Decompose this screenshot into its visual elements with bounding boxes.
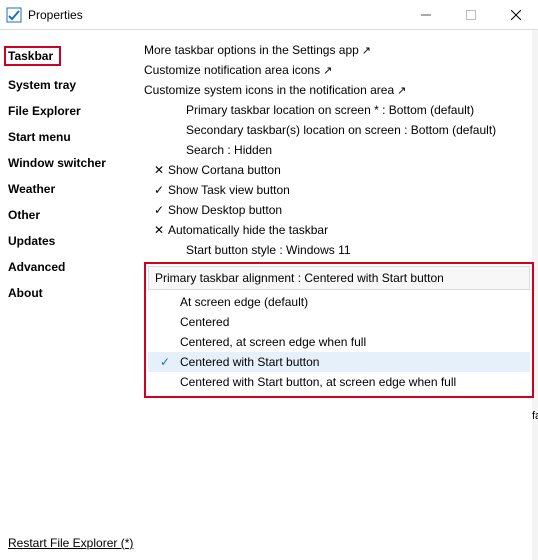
- sidebar-item-label: Window switcher: [8, 156, 106, 170]
- sidebar-item-label: Start menu: [8, 130, 71, 144]
- sidebar-item-weather[interactable]: Weather: [8, 176, 144, 202]
- alignment-panel: Primary taskbar alignment : Centered wit…: [144, 262, 534, 398]
- restart-explorer-link[interactable]: Restart File Explorer (*): [8, 536, 133, 550]
- sidebar-item-system-tray[interactable]: System tray: [8, 72, 144, 98]
- option-label: Centered with Start button: [176, 355, 319, 369]
- check-icon: ✓: [144, 183, 168, 197]
- sidebar-item-file-explorer[interactable]: File Explorer: [8, 98, 144, 124]
- sidebar-item-label: Taskbar: [8, 49, 53, 63]
- alignment-option[interactable]: ✓ Centered with Start button: [148, 352, 530, 372]
- cross-icon: ✕: [144, 163, 168, 177]
- sidebar-item-updates[interactable]: Updates: [8, 228, 144, 254]
- setting-search[interactable]: Search : Hidden: [144, 140, 534, 160]
- setting-cortana[interactable]: ✕ Show Cortana button: [144, 160, 534, 180]
- titlebar: Properties: [0, 0, 538, 30]
- sidebar: Taskbar System tray File Explorer Start …: [8, 38, 144, 560]
- close-button[interactable]: [493, 0, 538, 30]
- setting-label: Search : Hidden: [186, 143, 272, 157]
- link-label: Customize notification area icons: [144, 63, 320, 77]
- check-icon: ✓: [154, 355, 176, 369]
- option-label: Centered: [176, 315, 229, 329]
- link-label: More taskbar options in the Settings app: [144, 43, 359, 57]
- sidebar-item-label: System tray: [8, 78, 76, 92]
- link-customize-notif[interactable]: Customize notification area icons ↗: [144, 60, 534, 80]
- footer-link-label: Restart File Explorer (*): [8, 536, 133, 550]
- sidebar-item-label: Other: [8, 208, 40, 222]
- alignment-panel-header[interactable]: Primary taskbar alignment : Centered wit…: [148, 266, 530, 290]
- alignment-option[interactable]: Centered, at screen edge when full: [148, 332, 530, 352]
- highlight-box: Taskbar: [4, 46, 61, 66]
- check-icon: ✓: [144, 203, 168, 217]
- sidebar-item-window-switcher[interactable]: Window switcher: [8, 150, 144, 176]
- setting-label: Secondary taskbar(s) location on screen …: [186, 123, 496, 137]
- setting-label: Show Task view button: [168, 183, 290, 197]
- setting-label: Automatically hide the taskbar: [168, 223, 328, 237]
- setting-desktop[interactable]: ✓ Show Desktop button: [144, 200, 534, 220]
- sidebar-item-label: Updates: [8, 234, 55, 248]
- setting-primary-location[interactable]: Primary taskbar location on screen * : B…: [144, 100, 534, 120]
- panel-header-label: Primary taskbar alignment : Centered wit…: [155, 271, 444, 285]
- setting-label: Show Cortana button: [168, 163, 281, 177]
- alignment-option[interactable]: Centered with Start button, at screen ed…: [148, 372, 530, 392]
- sidebar-item-other[interactable]: Other: [8, 202, 144, 228]
- sidebar-item-label: About: [8, 286, 43, 300]
- setting-autohide[interactable]: ✕ Automatically hide the taskbar: [144, 220, 534, 240]
- external-link-icon: ↗: [397, 84, 406, 97]
- option-label: Centered, at screen edge when full: [176, 335, 366, 349]
- window-title: Properties: [28, 8, 83, 22]
- setting-secondary-location[interactable]: Secondary taskbar(s) location on screen …: [144, 120, 534, 140]
- link-label: Customize system icons in the notificati…: [144, 83, 394, 97]
- content: More taskbar options in the Settings app…: [144, 38, 534, 560]
- option-label: Centered with Start button, at screen ed…: [176, 375, 456, 389]
- alignment-option[interactable]: At screen edge (default): [148, 292, 530, 312]
- setting-label: Start button style : Windows 11: [186, 243, 351, 257]
- link-customize-sys-icons[interactable]: Customize system icons in the notificati…: [144, 80, 534, 100]
- setting-label: Show Desktop button: [168, 203, 282, 217]
- link-more-settings[interactable]: More taskbar options in the Settings app…: [144, 40, 534, 60]
- sidebar-item-label: Advanced: [8, 260, 65, 274]
- cross-icon: ✕: [144, 223, 168, 237]
- maximize-button[interactable]: [448, 0, 493, 30]
- external-link-icon: ↗: [323, 64, 332, 77]
- app-icon: [6, 7, 22, 23]
- sidebar-item-taskbar[interactable]: Taskbar: [8, 40, 144, 72]
- minimize-button[interactable]: [403, 0, 448, 30]
- external-link-icon: ↗: [362, 44, 371, 57]
- alignment-option[interactable]: Centered: [148, 312, 530, 332]
- sidebar-item-label: File Explorer: [8, 104, 81, 118]
- sidebar-item-label: Weather: [8, 182, 55, 196]
- setting-label: Primary taskbar location on screen * : B…: [186, 103, 474, 117]
- setting-taskview[interactable]: ✓ Show Task view button: [144, 180, 534, 200]
- sidebar-item-advanced[interactable]: Advanced: [8, 254, 144, 280]
- sidebar-item-start-menu[interactable]: Start menu: [8, 124, 144, 150]
- sidebar-item-about[interactable]: About: [8, 280, 144, 306]
- option-label: At screen edge (default): [176, 295, 308, 309]
- setting-start-style[interactable]: Start button style : Windows 11: [144, 240, 534, 260]
